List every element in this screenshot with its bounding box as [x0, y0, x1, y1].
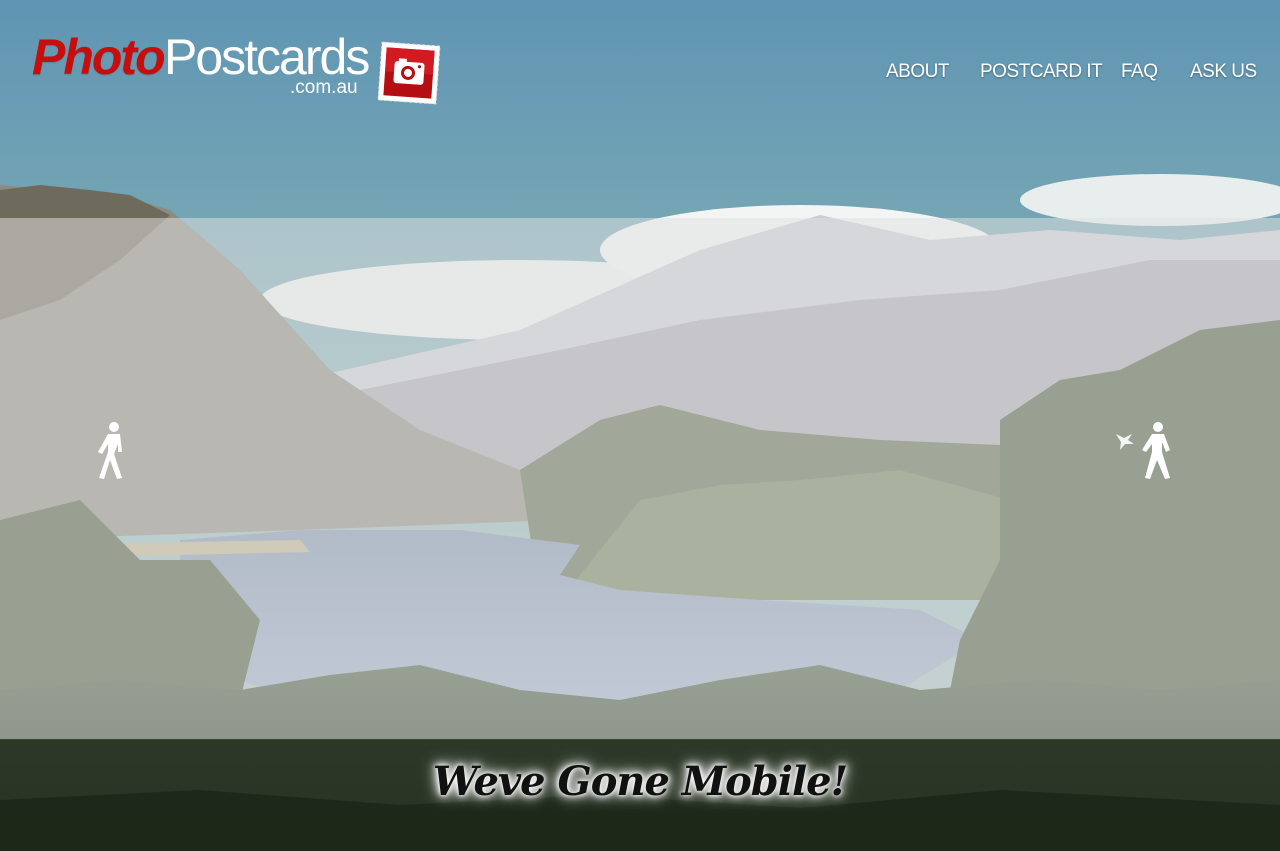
nav-link-faq[interactable]: FAQ — [1121, 58, 1158, 86]
camera-stamp-icon — [377, 41, 441, 105]
content-overlay-panel — [0, 218, 1280, 739]
logo-word-photo: Photo — [32, 29, 166, 85]
nav-link-ask-us[interactable]: ASK US — [1190, 58, 1257, 86]
logo-domain: .com.au — [290, 77, 358, 98]
nav-link-about[interactable]: ABOUT — [886, 58, 949, 86]
main-navigation: ABOUT POSTCARD IT FAQ ASK US — [860, 58, 1280, 88]
nav-link-postcard-it[interactable]: POSTCARD IT — [980, 58, 1103, 86]
logo-word-postcards: Postcards — [164, 29, 370, 85]
tagline-heading: Weve Gone Mobile! — [432, 758, 848, 805]
walking-person-left-icon[interactable] — [92, 420, 136, 482]
site-header: Photo Postcards .com.au ABOUT POSTCARD I… — [0, 0, 1280, 150]
walking-person-right-icon[interactable] — [1112, 420, 1182, 482]
site-logo[interactable]: Photo Postcards .com.au — [32, 28, 452, 108]
